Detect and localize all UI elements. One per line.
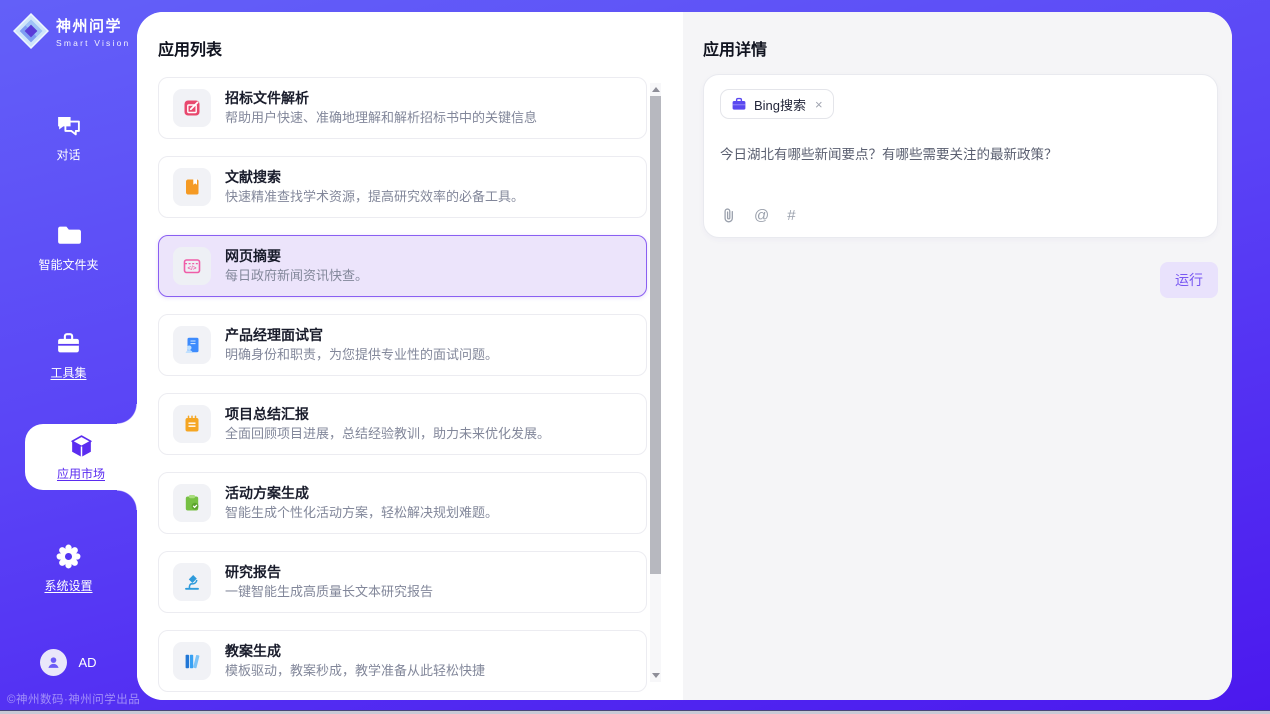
app-icon-tile [173,168,211,206]
tool-chip-label: Bing搜索 [754,95,806,114]
topic-icon[interactable]: # [787,207,795,224]
app-card-title: 文献搜索 [225,169,524,186]
brand-tagline: Smart Vision [56,38,130,48]
app-icon-tile [173,326,211,364]
sidebar: 神州问学 Smart Vision 对话 智能文件夹 工具集 应用市场 [0,0,137,714]
clipboard-check-icon [182,493,202,513]
sidebar-item-label: 对话 [56,146,80,163]
app-detail-title: 应用详情 [703,36,1218,60]
app-card-bid-document-parsing[interactable]: 招标文件解析 帮助用户快速、准确地理解和解析招标书中的关键信息 [158,77,647,139]
sidebar-item-toolset[interactable]: 工具集 [0,330,137,381]
app-card-description: 每日政府新闻资讯快查。 [225,268,368,284]
scroll-down-arrow-icon[interactable] [652,673,660,678]
app-card-web-summary[interactable]: </> 网页摘要 每日政府新闻资讯快查。 [158,235,647,297]
app-card-title: 教案生成 [225,643,485,660]
microscope-icon [182,572,202,592]
tool-chip-bing-search[interactable]: Bing搜索 × [720,89,834,119]
app-icon-tile [173,89,211,127]
chat-icon [55,112,82,139]
app-card-title: 产品经理面试官 [225,327,498,344]
avatar [40,649,67,676]
app-card-list: 招标文件解析 帮助用户快速、准确地理解和解析招标书中的关键信息 文献搜索 快速精… [158,77,661,692]
app-card-description: 帮助用户快速、准确地理解和解析招标书中的关键信息 [225,110,537,126]
scrollbar-thumb[interactable] [650,96,661,574]
sidebar-item-label: 工具集 [50,364,86,381]
toolbox-icon [55,330,82,357]
app-card-literature-search[interactable]: 文献搜索 快速精准查找学术资源，提高研究效率的必备工具。 [158,156,647,218]
mention-icon[interactable]: @ [754,207,769,224]
app-card-title: 网页摘要 [225,248,368,265]
brand-logo: 神州问学 Smart Vision [13,13,130,49]
app-card-description: 智能生成个性化活动方案，轻松解决规划难题。 [225,505,498,521]
sidebar-item-label: 智能文件夹 [38,256,98,273]
prompt-input-card: Bing搜索 × 今日湖北有哪些新闻要点？有哪些需要关注的最新政策？ @ # [703,74,1218,238]
main-content: 应用列表 招标文件解析 帮助用户快速、准确地理解和解析招标书中的关键信息 [137,12,1232,700]
app-icon-tile [173,642,211,680]
sidebar-item-smart-folder[interactable]: 智能文件夹 [0,222,137,273]
app-icon-tile [173,563,211,601]
sidebar-item-chat[interactable]: 对话 [0,112,137,163]
app-card-description: 明确身份和职责，为您提供专业性的面试问题。 [225,347,498,363]
gear-icon [55,543,82,570]
query-text-input[interactable]: 今日湖北有哪些新闻要点？有哪些需要关注的最新政策？ [720,145,1201,164]
app-card-event-plan[interactable]: 活动方案生成 智能生成个性化活动方案，轻松解决规划难题。 [158,472,647,534]
copyright-text: ©神州数码·神州问学出品 [7,691,140,707]
app-icon-tile [173,484,211,522]
cube-icon [68,433,95,460]
brand-name: 神州问学 [56,15,130,36]
app-card-title: 活动方案生成 [225,485,498,502]
scroll-up-arrow-icon[interactable] [652,87,660,92]
browser-code-icon: </> [182,256,202,276]
app-card-description: 模板驱动，教案秒成，教学准备从此轻松快捷 [225,663,485,679]
sidebar-item-app-market[interactable]: 应用市场 [25,424,137,490]
sidebar-item-label: 应用市场 [57,465,105,482]
book-icon [182,177,202,197]
app-card-title: 项目总结汇报 [225,406,550,423]
svg-text:</>: </> [188,265,197,272]
person-icon [46,655,61,670]
app-card-lesson-plan[interactable]: 教案生成 模板驱动，教案秒成，教学准备从此轻松快捷 [158,630,647,692]
app-list-scrollbar[interactable] [650,83,661,682]
diamond-logo-icon [13,13,49,49]
app-icon-tile: </> [173,247,211,285]
app-card-research-report[interactable]: 研究报告 一键智能生成高质量长文本研究报告 [158,551,647,613]
chip-close-icon[interactable]: × [815,97,823,112]
app-icon-tile [173,405,211,443]
app-list-title: 应用列表 [158,36,661,60]
document-edit-icon [182,98,202,118]
app-card-description: 全面回顾项目进展，总结经验教训，助力未来优化发展。 [225,426,550,442]
attachment-toolbar: @ # [721,207,796,224]
app-card-description: 一键智能生成高质量长文本研究报告 [225,584,433,600]
sidebar-item-settings[interactable]: 系统设置 [0,543,137,594]
folder-icon [55,222,82,249]
notepad-icon [182,414,202,434]
app-card-title: 招标文件解析 [225,90,537,107]
app-card-pm-interviewer[interactable]: 产品经理面试官 明确身份和职责，为您提供专业性的面试问题。 [158,314,647,376]
sidebar-item-label: 系统设置 [44,577,92,594]
app-card-title: 研究报告 [225,564,433,581]
interview-icon [182,335,202,355]
books-icon [182,651,202,671]
run-button[interactable]: 运行 [1160,262,1218,298]
app-detail-panel: 应用详情 Bing搜索 × 今日湖北有哪些新闻要点？有哪些需要关注的最新政策？ … [683,12,1232,700]
user-account[interactable]: AD [0,649,137,676]
paperclip-icon[interactable] [721,207,736,224]
app-card-description: 快速精准查找学术资源，提高研究效率的必备工具。 [225,189,524,205]
user-initials: AD [78,655,96,670]
briefcase-icon [731,96,747,112]
app-list-panel: 应用列表 招标文件解析 帮助用户快速、准确地理解和解析招标书中的关键信息 [137,12,683,700]
app-card-project-summary[interactable]: 项目总结汇报 全面回顾项目进展，总结经验教训，助力未来优化发展。 [158,393,647,455]
